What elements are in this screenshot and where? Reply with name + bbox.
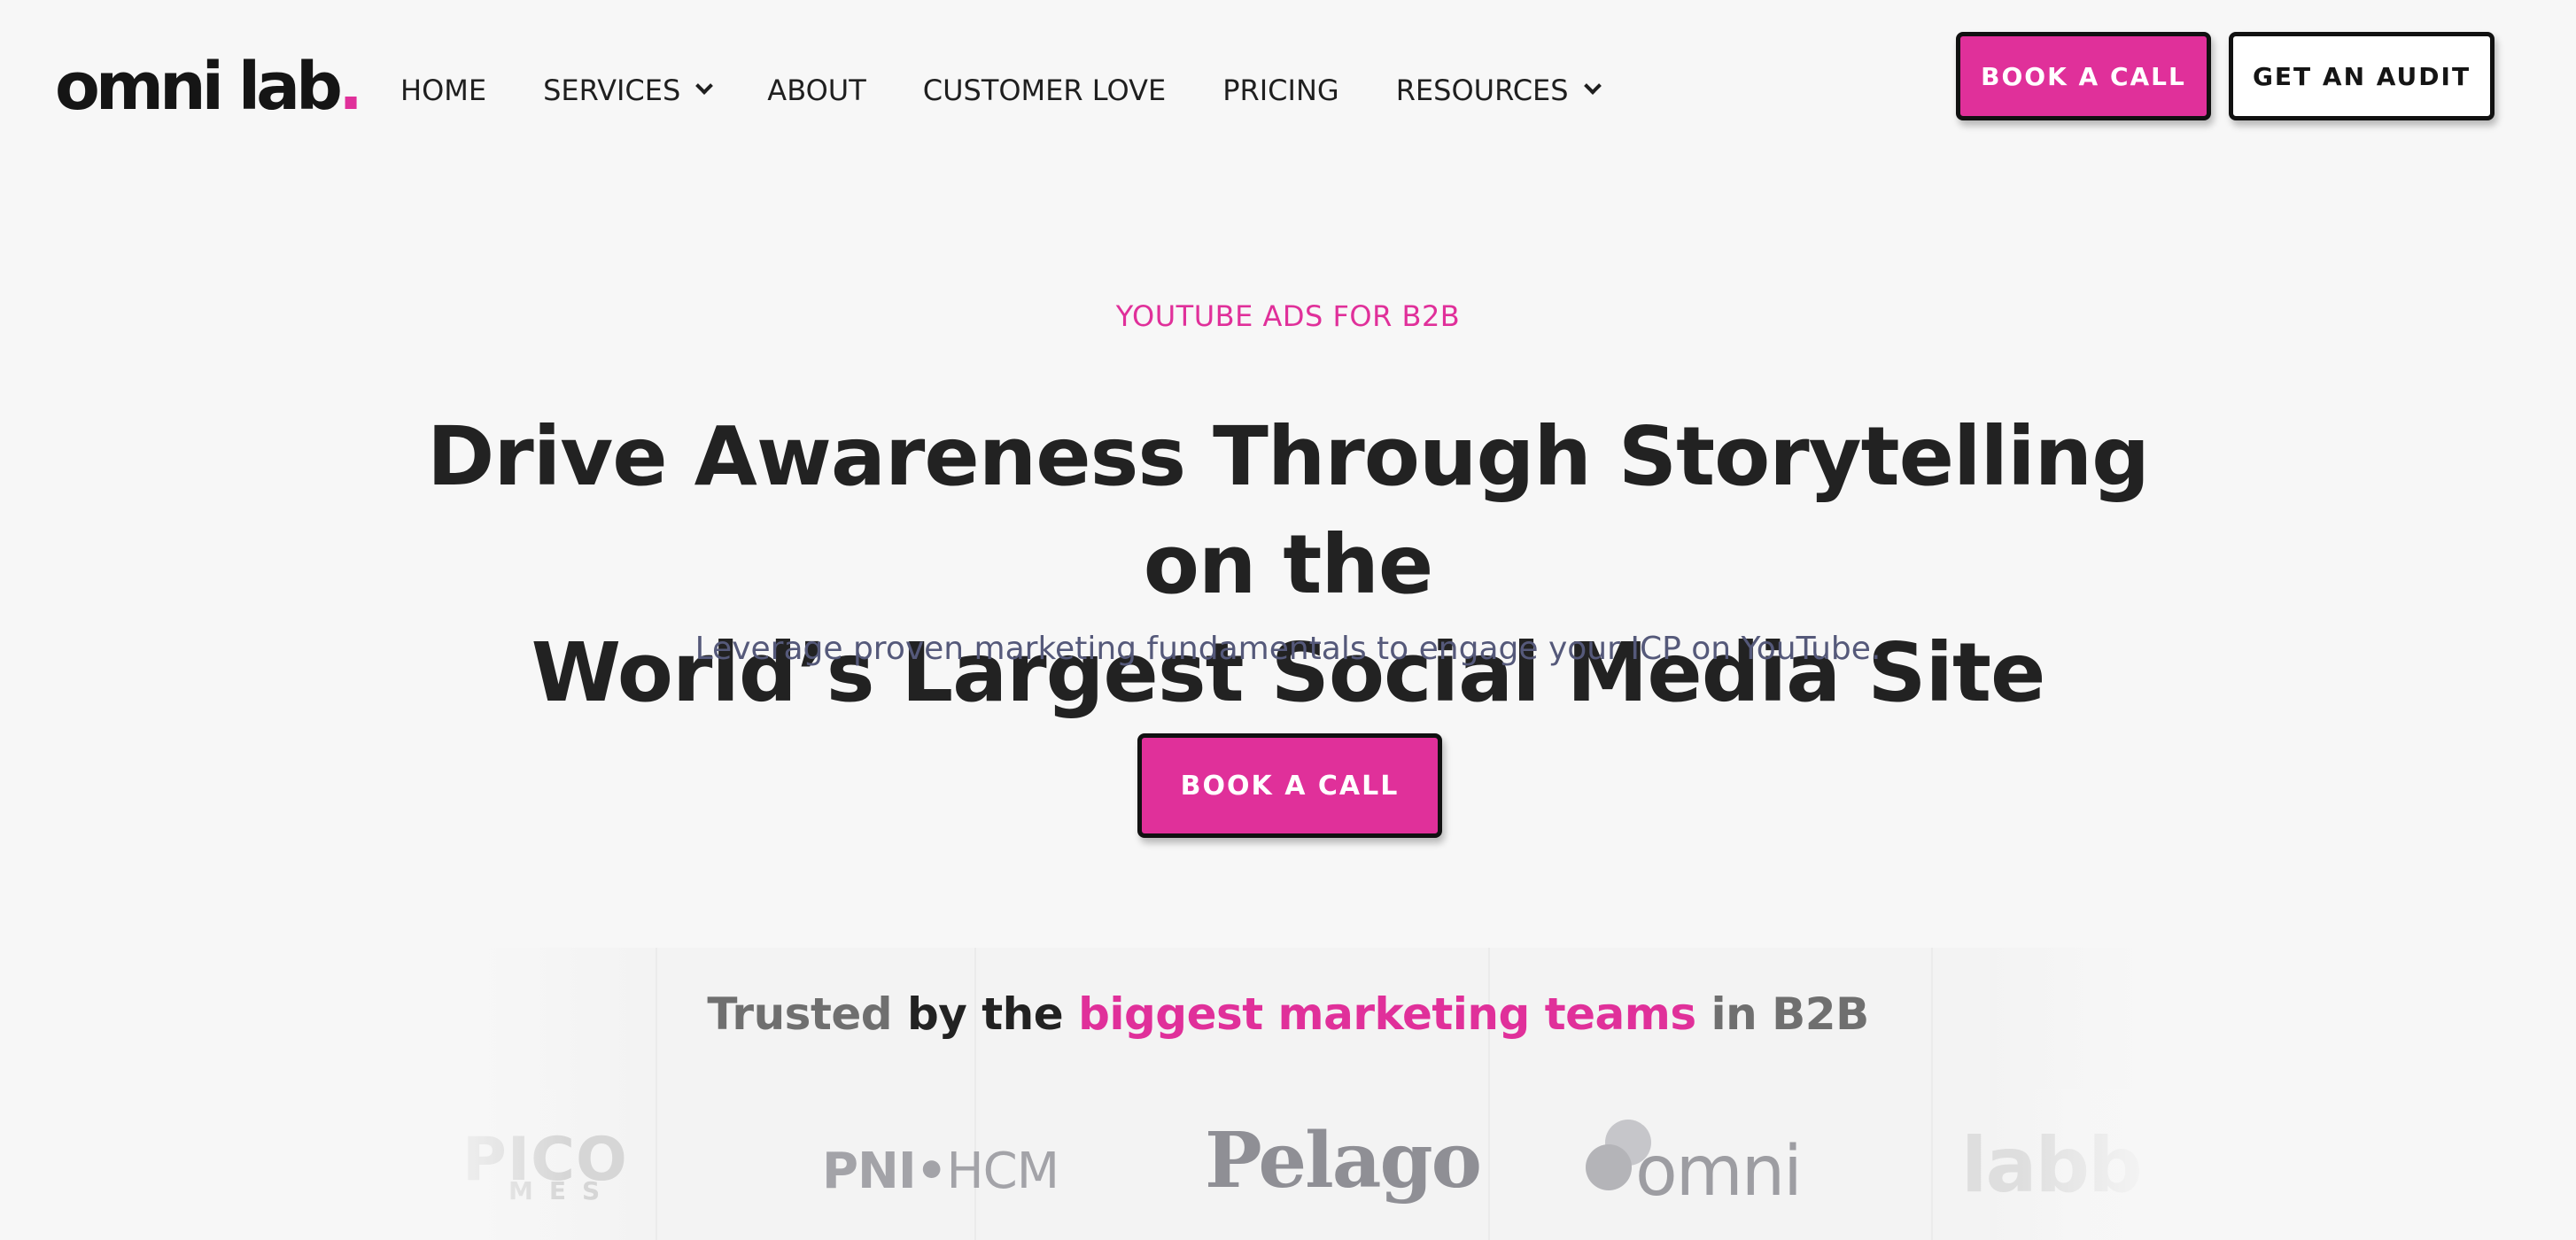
nav-item-services[interactable]: SERVICES xyxy=(543,74,714,107)
nav-label-home: HOME xyxy=(400,74,487,107)
nav-label-resources: RESOURCES xyxy=(1395,74,1569,107)
pnl-hcm-logo: PNI•HCM xyxy=(822,1143,1059,1200)
nav-item-resources[interactable]: RESOURCES xyxy=(1395,74,1602,107)
header-book-call-button[interactable]: BOOK A CALL xyxy=(1956,32,2211,120)
nav-label-services: SERVICES xyxy=(543,74,681,107)
trusted-highlight: biggest marketing teams xyxy=(1078,988,1696,1040)
logo-strip-fade-left xyxy=(425,1089,567,1240)
pnl-logo-light: HCM xyxy=(946,1143,1060,1200)
omni-lab-logo[interactable]: omni lab. xyxy=(55,43,363,131)
nav-item-customer-love[interactable]: CUSTOMER LOVE xyxy=(923,74,1166,107)
headline-line-1: Drive Awareness Through Storytelling on … xyxy=(427,409,2150,612)
omni-logo-circle-icon xyxy=(1586,1144,1632,1190)
nav-item-about[interactable]: ABOUT xyxy=(767,74,865,107)
chevron-down-icon xyxy=(695,77,714,95)
client-logo-strip: PICOMES PNI•HCM Pelago omni labb xyxy=(0,1098,2576,1240)
omni-logo-text: omni xyxy=(1635,1132,1803,1212)
omni-logo: omni xyxy=(1586,1120,1803,1217)
site-header: omni lab. HOME SERVICES ABOUT CUSTOMER L… xyxy=(0,0,2576,177)
nav-item-pricing[interactable]: PRICING xyxy=(1222,74,1338,107)
hero-book-call-button[interactable]: BOOK A CALL xyxy=(1137,733,1442,838)
logo-text: omni lab xyxy=(55,49,343,125)
pelago-logo: Pelago xyxy=(1205,1116,1482,1205)
nav-label-pricing: PRICING xyxy=(1222,74,1339,107)
logo-strip-fade-right xyxy=(2020,1089,2161,1240)
header-get-audit-button[interactable]: GET AN AUDIT xyxy=(2229,32,2495,120)
nav-item-home[interactable]: HOME xyxy=(400,74,486,107)
trusted-word: Trusted xyxy=(707,988,893,1040)
hero-headline: Drive Awareness Through Storytelling on … xyxy=(402,403,2174,727)
nav-label-customer-love: CUSTOMER LOVE xyxy=(922,74,1167,107)
trusted-by-the: by the xyxy=(892,988,1079,1040)
hero-eyebrow: YOUTUBE ADS FOR B2B xyxy=(1115,299,1461,333)
main-nav: HOME SERVICES ABOUT CUSTOMER LOVE PRICIN… xyxy=(400,64,1656,117)
trusted-heading: Trusted by the biggest marketing teams i… xyxy=(0,988,2576,1040)
hero-subhead: Leverage proven marketing fundamentals t… xyxy=(694,631,1882,667)
nav-label-about: ABOUT xyxy=(767,74,866,107)
logo-dot: . xyxy=(338,49,363,125)
pnl-logo-bold: PNI• xyxy=(822,1143,948,1200)
trusted-in-b2b: in B2B xyxy=(1695,988,1870,1040)
chevron-down-icon xyxy=(1583,77,1602,95)
